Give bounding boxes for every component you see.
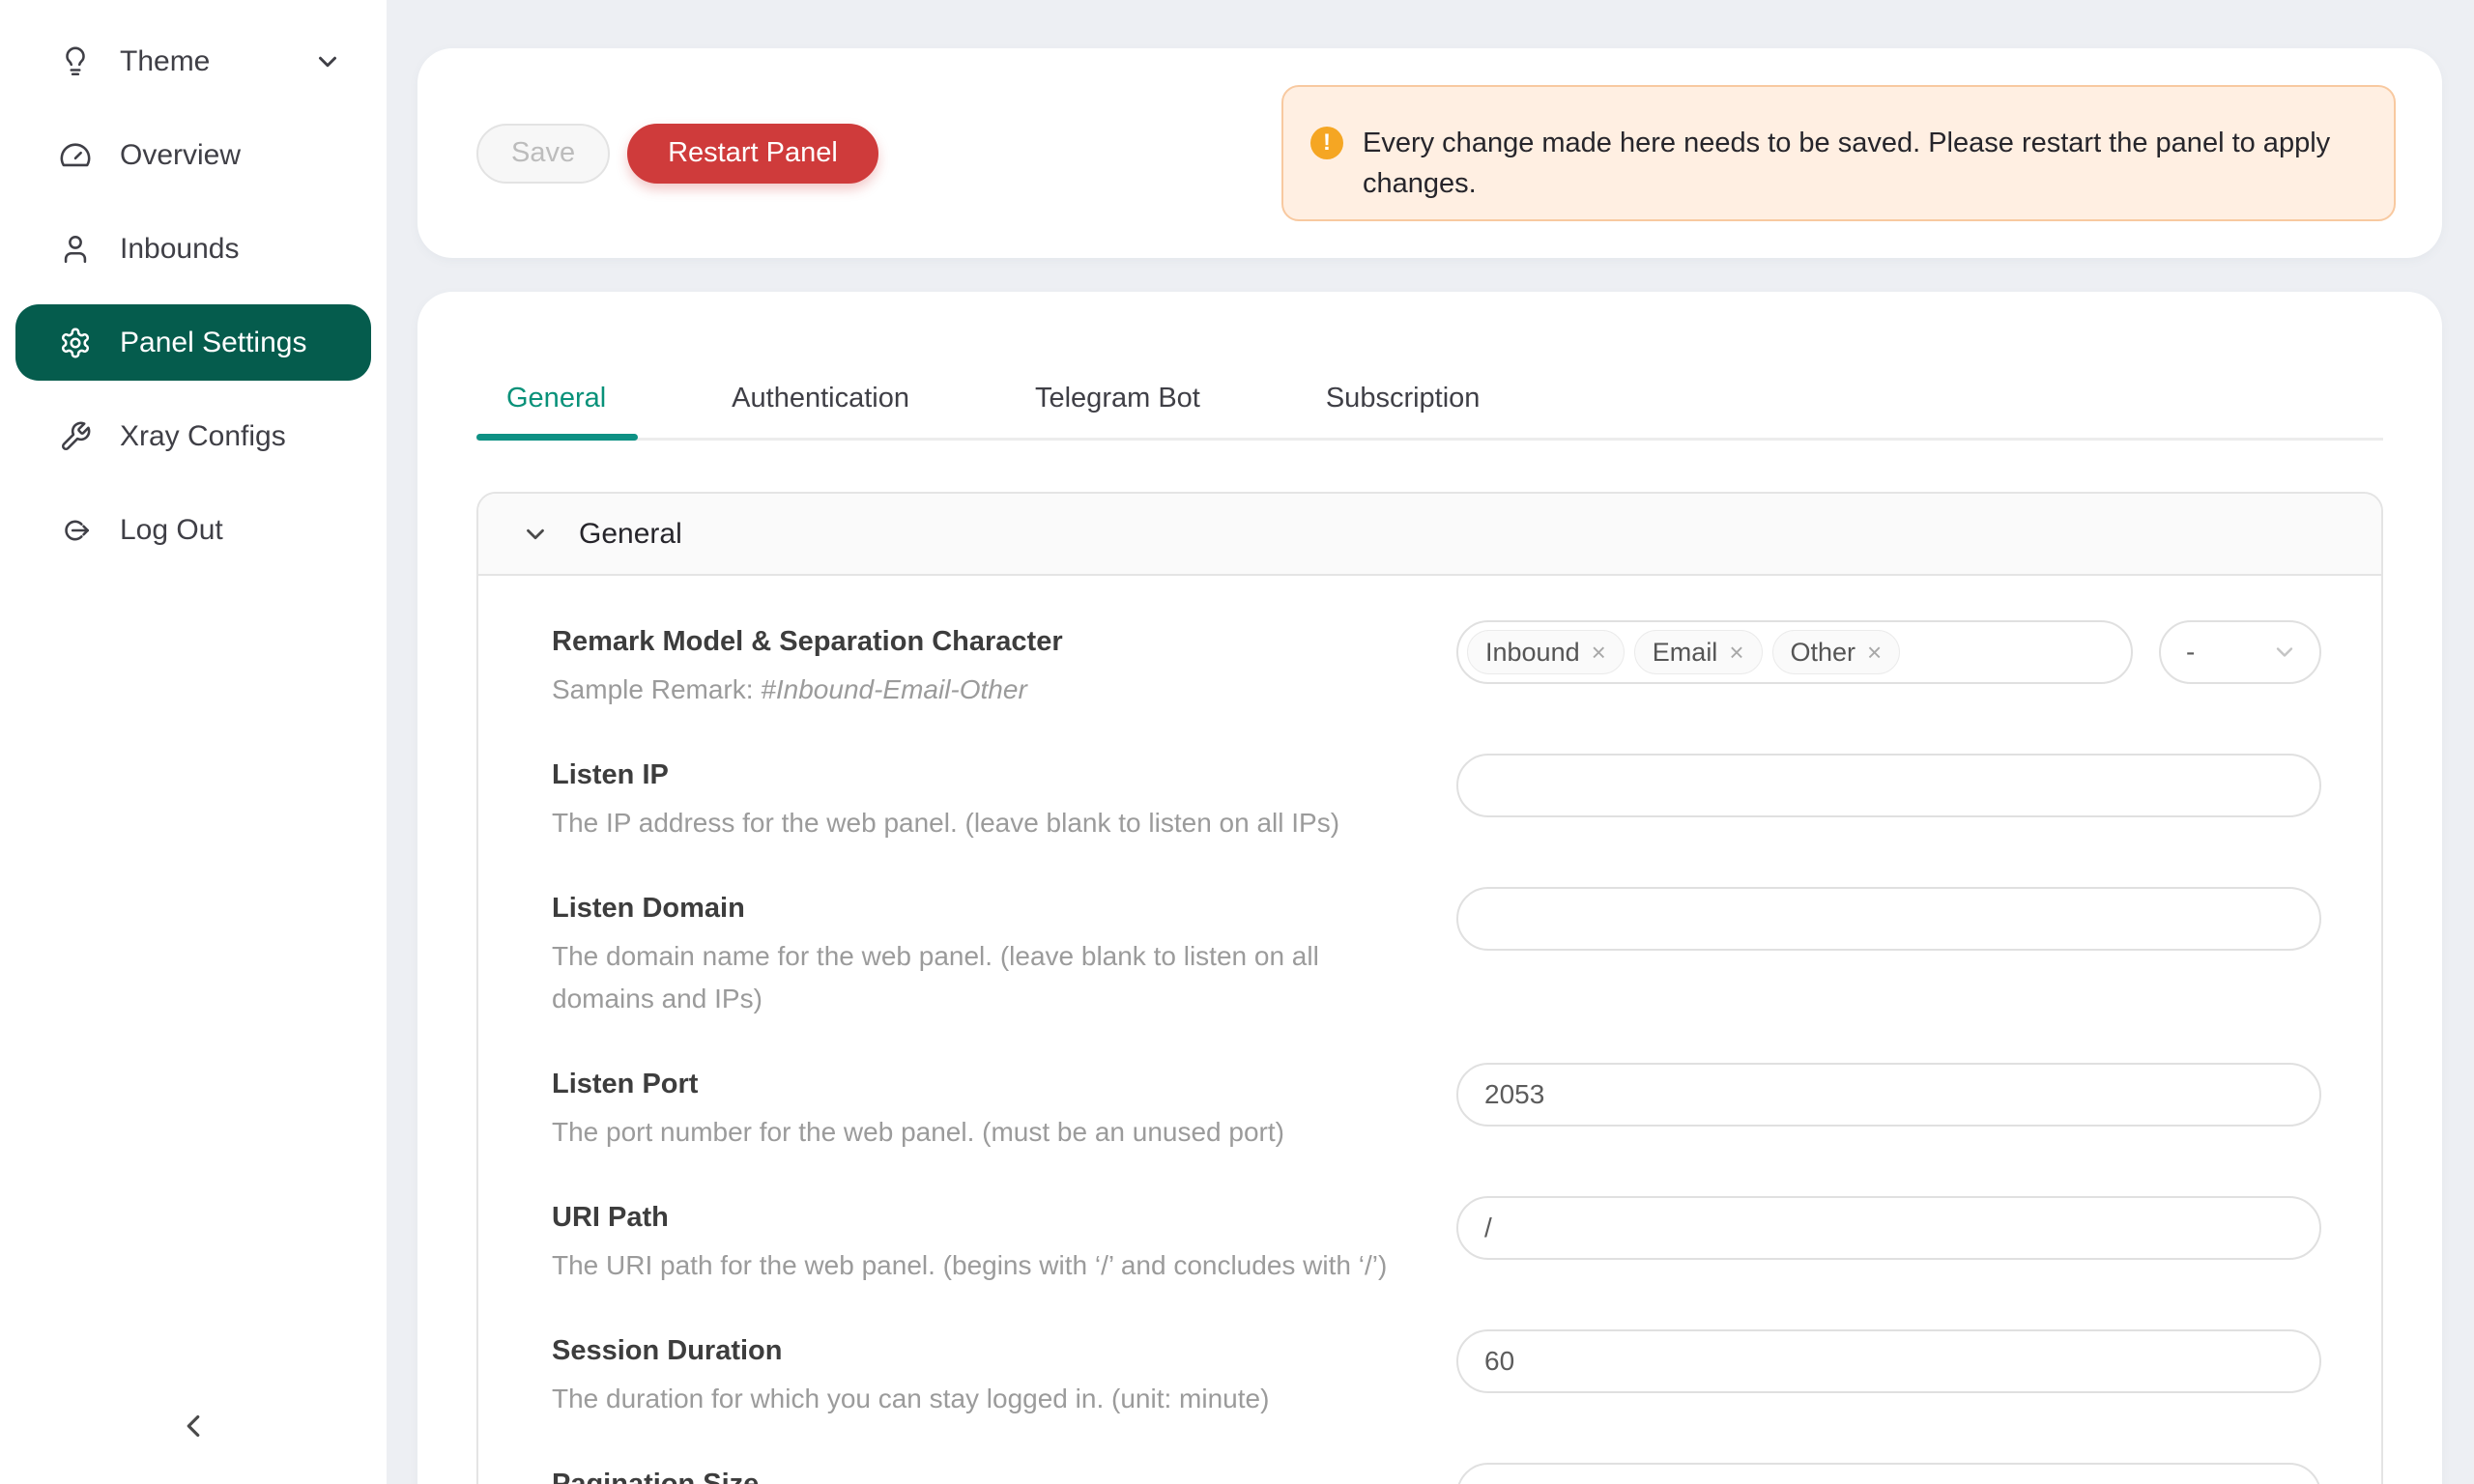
form-row-session-duration: Session Duration The duration for which … (552, 1329, 2321, 1420)
tag-email: Email× (1634, 630, 1763, 674)
sidebar-item-xray-configs[interactable]: Xray Configs (15, 398, 371, 474)
field-description: The port number for the web panel. (must… (552, 1111, 1402, 1154)
warning-icon: ! (1310, 127, 1343, 159)
sidebar-item-log-out[interactable]: Log Out (15, 492, 371, 568)
save-button[interactable]: Save (476, 124, 610, 184)
sidebar-item-theme[interactable]: Theme (15, 23, 371, 100)
form-row-listen-port: Listen Port The port number for the web … (552, 1063, 2321, 1154)
section-title: General (579, 518, 682, 551)
remove-tag-icon[interactable]: × (1592, 640, 1606, 665)
sidebar-item-inbounds[interactable]: Inbounds (15, 211, 371, 287)
sidebar-item-label: Log Out (120, 514, 223, 547)
chevron-down-icon (2271, 639, 2298, 666)
lightbulb-icon (58, 44, 93, 79)
wrench-icon (58, 419, 93, 454)
field-label: Listen Port (552, 1063, 1402, 1105)
settings-tabs: General Authentication Telegram Bot Subs… (476, 292, 2383, 441)
form-row-pagination-size: Pagination Size (552, 1463, 2321, 1484)
field-label: URI Path (552, 1196, 1402, 1239)
sidebar-item-overview[interactable]: Overview (15, 117, 371, 193)
tab-telegram-bot[interactable]: Telegram Bot (1003, 377, 1232, 438)
sidebar-item-panel-settings[interactable]: Panel Settings (15, 304, 371, 381)
alert-message: Every change made here needs to be saved… (1363, 102, 2365, 204)
tab-subscription[interactable]: Subscription (1294, 377, 1512, 438)
sidebar: Theme Overview Inbounds Panel Settings X… (0, 0, 387, 1484)
form-row-uri-path: URI Path The URI path for the web panel.… (552, 1196, 2321, 1287)
general-form: Remark Model & Separation Character Samp… (478, 576, 2381, 1484)
field-label: Remark Model & Separation Character (552, 620, 1402, 663)
chevron-down-icon (313, 47, 342, 76)
field-label: Listen Domain (552, 887, 1402, 929)
field-description: The duration for which you can stay logg… (552, 1378, 1402, 1420)
sidebar-item-label: Inbounds (120, 233, 239, 266)
chevron-down-icon (521, 520, 550, 549)
field-description: The IP address for the web panel. (leave… (552, 802, 1402, 844)
field-label: Listen IP (552, 754, 1402, 796)
sidebar-item-label: Overview (120, 139, 241, 172)
dashboard-icon (58, 138, 93, 173)
restart-warning-alert: ! Every change made here needs to be sav… (1281, 85, 2396, 221)
logout-icon (58, 513, 93, 548)
gear-icon (58, 326, 93, 360)
general-collapse-panel: General Remark Model & Separation Charac… (476, 492, 2383, 1484)
settings-card: General Authentication Telegram Bot Subs… (417, 292, 2442, 1484)
selected-separator: - (2186, 637, 2195, 668)
tag-inbound: Inbound× (1467, 630, 1625, 674)
general-collapse-header[interactable]: General (478, 494, 2381, 576)
listen-domain-input[interactable] (1456, 887, 2321, 951)
tab-general[interactable]: General (476, 377, 638, 438)
pagination-size-input[interactable] (1456, 1463, 2321, 1484)
form-row-remark: Remark Model & Separation Character Samp… (552, 620, 2321, 711)
main-content: Save Restart Panel ! Every change made h… (387, 0, 2474, 1484)
remark-model-tag-select[interactable]: Inbound× Email× Other× (1456, 620, 2133, 684)
field-description: Sample Remark: #Inbound-Email-Other (552, 669, 1402, 711)
field-description: The domain name for the web panel. (leav… (552, 935, 1402, 1020)
sidebar-collapse-button[interactable] (164, 1397, 222, 1455)
listen-ip-input[interactable] (1456, 754, 2321, 817)
remove-tag-icon[interactable]: × (1867, 640, 1882, 665)
remove-tag-icon[interactable]: × (1729, 640, 1743, 665)
field-label: Pagination Size (552, 1463, 1402, 1484)
tag-other: Other× (1772, 630, 1901, 674)
separation-character-select[interactable]: - (2159, 620, 2321, 684)
field-description: The URI path for the web panel. (begins … (552, 1244, 1402, 1287)
actions-card: Save Restart Panel ! Every change made h… (417, 48, 2442, 258)
form-row-listen-domain: Listen Domain The domain name for the we… (552, 887, 2321, 1020)
field-label: Session Duration (552, 1329, 1402, 1372)
chevron-left-icon (175, 1408, 212, 1444)
uri-path-input[interactable] (1456, 1196, 2321, 1260)
sidebar-item-label: Xray Configs (120, 420, 286, 453)
sidebar-item-label: Panel Settings (120, 327, 306, 359)
listen-port-input[interactable] (1456, 1063, 2321, 1127)
restart-panel-button[interactable]: Restart Panel (627, 124, 878, 184)
session-duration-input[interactable] (1456, 1329, 2321, 1393)
sidebar-item-label: Theme (120, 45, 210, 78)
tab-authentication[interactable]: Authentication (700, 377, 941, 438)
user-icon (58, 232, 93, 267)
sample-remark-value: #Inbound-Email-Other (761, 674, 1026, 704)
form-row-listen-ip: Listen IP The IP address for the web pan… (552, 754, 2321, 844)
